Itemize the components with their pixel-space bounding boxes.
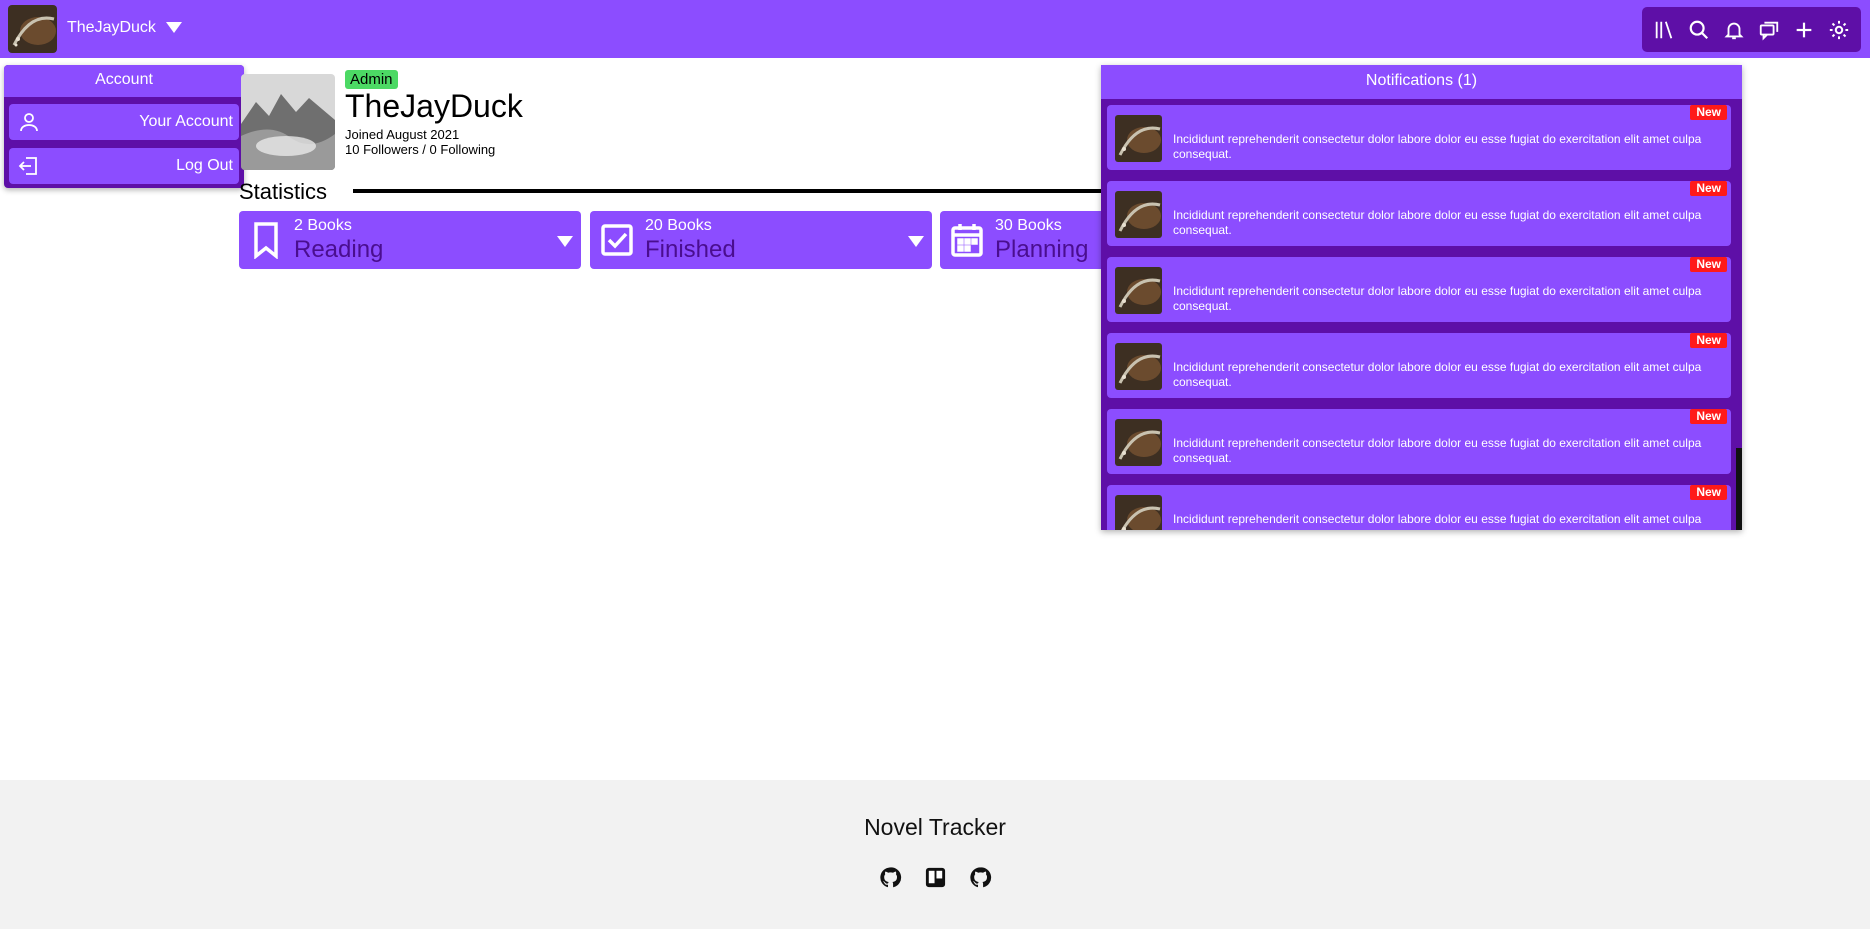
notification-thumbnail: [1115, 267, 1162, 314]
divider: [353, 189, 1113, 193]
notification-text: Incididunt reprehenderit consectetur dol…: [1173, 132, 1702, 161]
reading-stat-card[interactable]: 2 Books Reading: [239, 211, 581, 269]
account-title: Account: [4, 65, 244, 97]
notification-text: Incididunt reprehenderit consectetur dol…: [1173, 208, 1702, 237]
new-badge: New: [1690, 257, 1727, 272]
notification-thumbnail: [1115, 495, 1162, 530]
notification-text: Incididunt reprehenderit consectetur dol…: [1173, 284, 1702, 313]
trello-icon[interactable]: [924, 866, 947, 889]
github-icon[interactable]: [879, 866, 902, 889]
user-avatar[interactable]: [8, 5, 57, 53]
profile-name: TheJayDuck: [345, 88, 523, 124]
logout-icon: [17, 154, 41, 178]
profile-picture: [241, 74, 335, 170]
notification-text: Incididunt reprehenderit consectetur dol…: [1173, 436, 1702, 465]
log-out-label: Log Out: [176, 157, 233, 174]
bell-icon[interactable]: [1719, 15, 1749, 45]
reading-count: 2 Books: [294, 217, 352, 234]
reading-label: Reading: [294, 236, 384, 263]
github-icon[interactable]: [969, 866, 992, 889]
notification-text: Incididunt reprehenderit consectetur dol…: [1173, 512, 1702, 530]
new-badge: New: [1690, 409, 1727, 424]
planning-label: Planning: [995, 236, 1089, 263]
checkbox-icon: [600, 221, 634, 259]
footer-icon-group: [0, 866, 1870, 889]
notification-thumbnail: [1115, 115, 1162, 162]
bookmark-icon: [249, 221, 283, 260]
footer: Novel Tracker: [0, 780, 1870, 929]
library-icon[interactable]: [1649, 15, 1679, 45]
planning-count: 30 Books: [995, 217, 1062, 234]
your-account-label: Your Account: [139, 113, 233, 130]
notification-thumbnail: [1115, 343, 1162, 390]
new-badge: New: [1690, 485, 1727, 500]
admin-badge: Admin: [345, 70, 398, 89]
finished-count: 20 Books: [645, 217, 712, 234]
joined-date: Joined August 2021: [345, 127, 460, 142]
search-icon[interactable]: [1684, 15, 1714, 45]
settings-icon[interactable]: [1824, 15, 1854, 45]
notifications-title: Notifications (1): [1101, 65, 1742, 99]
your-account-button[interactable]: Your Account: [9, 104, 239, 140]
top-icon-group: [1642, 7, 1861, 52]
log-out-button[interactable]: Log Out: [9, 148, 239, 184]
notification-item[interactable]: Incididunt reprehenderit consectetur dol…: [1107, 181, 1731, 246]
username[interactable]: TheJayDuck: [67, 19, 156, 37]
notification-item[interactable]: Incididunt reprehenderit consectetur dol…: [1107, 257, 1731, 322]
plus-icon[interactable]: [1789, 15, 1819, 45]
new-badge: New: [1690, 181, 1727, 196]
follow-counts: 10 Followers / 0 Following: [345, 142, 496, 157]
chevron-down-icon[interactable]: [557, 236, 573, 247]
notification-item[interactable]: Incididunt reprehenderit consectetur dol…: [1107, 485, 1731, 530]
notification-thumbnail: [1115, 191, 1162, 238]
new-badge: New: [1690, 105, 1727, 120]
user-icon: [17, 110, 41, 134]
notification-item[interactable]: Incididunt reprehenderit consectetur dol…: [1107, 105, 1731, 170]
finished-stat-card[interactable]: 20 Books Finished: [590, 211, 932, 269]
chat-icon[interactable]: [1754, 15, 1784, 45]
statistics-heading: Statistics: [239, 179, 328, 204]
notification-item[interactable]: Incididunt reprehenderit consectetur dol…: [1107, 409, 1731, 474]
scrollbar[interactable]: [1736, 448, 1742, 530]
notification-text: Incididunt reprehenderit consectetur dol…: [1173, 360, 1702, 389]
footer-title: Novel Tracker: [864, 814, 1006, 840]
notification-item[interactable]: Incididunt reprehenderit consectetur dol…: [1107, 333, 1731, 398]
top-bar: TheJayDuck: [0, 0, 1870, 58]
account-dropdown: Account Your Account Log Out: [4, 65, 244, 188]
chevron-down-icon[interactable]: [908, 236, 924, 247]
notification-thumbnail: [1115, 419, 1162, 466]
finished-label: Finished: [645, 236, 736, 263]
calendar-icon: [950, 221, 984, 259]
notifications-panel: Notifications (1) Incididunt reprehender…: [1101, 65, 1742, 530]
chevron-down-icon[interactable]: [166, 22, 182, 33]
new-badge: New: [1690, 333, 1727, 348]
